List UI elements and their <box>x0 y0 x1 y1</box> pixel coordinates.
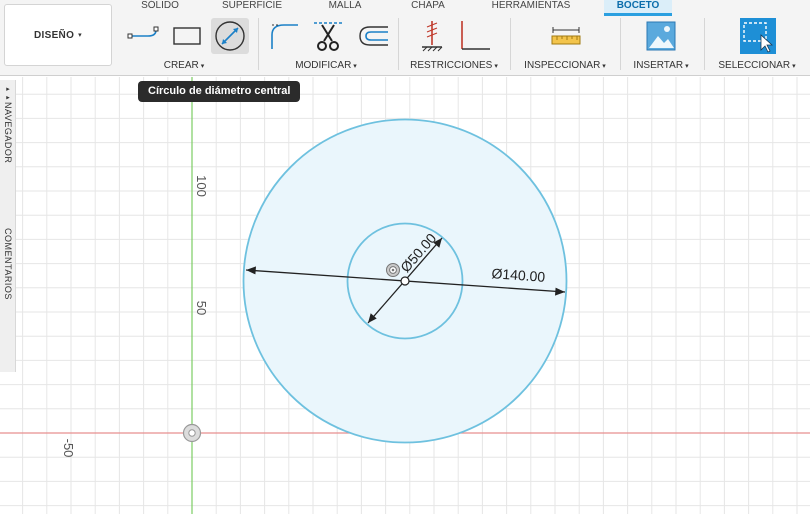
tab-chapa[interactable]: CHAPA <box>398 0 458 16</box>
seleccionar-menu[interactable]: SELECCIONAR ▾ <box>714 60 800 71</box>
offset-tool-button[interactable] <box>352 18 392 54</box>
divider <box>620 18 621 70</box>
workspace-label: DISEÑO <box>34 29 75 41</box>
select-icon <box>740 18 776 54</box>
image-icon <box>646 21 676 51</box>
divider <box>398 18 399 70</box>
fillet-icon <box>271 24 298 49</box>
crear-menu[interactable]: CREAR ▾ <box>154 60 214 71</box>
measure-tool-button[interactable] <box>544 18 588 54</box>
divider <box>258 18 259 70</box>
line-tool-button[interactable] <box>124 18 164 54</box>
divider <box>510 18 511 70</box>
restricciones-label: RESTRICCIONES <box>410 60 493 71</box>
center-point[interactable] <box>400 276 410 286</box>
seleccionar-label: SELECCIONAR <box>718 60 791 71</box>
side-panel: ▸▸ NAVEGADOR COMENTARIOS <box>0 80 16 372</box>
tab-malla[interactable]: MALLA <box>312 0 378 16</box>
expand-panel-icon[interactable]: ▸▸ <box>3 85 11 102</box>
tool-tooltip: Círculo de diámetro central <box>138 81 301 102</box>
inspeccionar-label: INSPECCIONAR <box>524 60 601 71</box>
select-tool-button[interactable] <box>738 18 778 54</box>
chevron-down-icon: ▾ <box>792 63 796 70</box>
perpendicular-icon <box>461 21 490 50</box>
tab-herramientas[interactable]: HERRAMIENTAS <box>480 0 582 16</box>
divider <box>704 18 705 70</box>
fix-constraint-icon <box>422 21 443 52</box>
sketch-canvas[interactable]: 100 50 -50 Ø140.00 Ø50.00 <box>0 77 810 514</box>
modificar-menu[interactable]: MODIFICAR ▾ <box>286 60 366 71</box>
comments-tab[interactable]: COMENTARIOS <box>3 228 13 300</box>
tab-boceto[interactable]: BOCETO <box>604 0 672 16</box>
restricciones-menu[interactable]: RESTRICCIONES ▾ <box>404 60 504 71</box>
rectangle-icon <box>173 27 201 45</box>
inspeccionar-menu[interactable]: INSPECCIONAR ▾ <box>520 60 610 71</box>
circle-tool-button[interactable] <box>211 18 249 54</box>
chevron-down-icon: ▾ <box>494 63 498 70</box>
scissors-icon <box>314 22 342 51</box>
fix-constraint-button[interactable] <box>414 18 450 54</box>
crear-label: CREAR <box>163 60 199 71</box>
perpendicular-constraint-button[interactable] <box>454 18 494 54</box>
workspace-design-button[interactable]: DISEÑO ▾ <box>4 4 112 66</box>
navigator-tab[interactable]: NAVEGADOR <box>3 102 13 163</box>
axis-label-neg50: -50 <box>61 439 76 458</box>
chevron-down-icon: ▾ <box>200 63 205 70</box>
app-window: DISEÑO ▾ SÓLIDO SUPERFICIE MALLA CHAPA H… <box>0 0 810 514</box>
toolbar: DISEÑO ▾ SÓLIDO SUPERFICIE MALLA CHAPA H… <box>0 0 810 76</box>
offset-icon <box>359 26 388 46</box>
measure-icon <box>551 27 581 45</box>
insertar-menu[interactable]: INSERTAR ▾ <box>628 60 694 71</box>
chevron-down-icon: ▾ <box>685 63 689 70</box>
chevron-down-icon: ▾ <box>602 63 606 70</box>
fillet-tool-button[interactable] <box>264 18 304 54</box>
modificar-label: MODIFICAR <box>295 60 352 71</box>
origin-point[interactable] <box>182 423 202 443</box>
tab-solido[interactable]: SÓLIDO <box>126 0 194 16</box>
chevron-down-icon: ▾ <box>353 63 357 70</box>
axis-label-100: 100 <box>194 175 209 197</box>
insertar-label: INSERTAR <box>633 60 684 71</box>
cursor-snap-icon <box>386 263 400 277</box>
center-diameter-circle-icon <box>215 21 245 51</box>
tab-superficie[interactable]: SUPERFICIE <box>212 0 292 16</box>
insert-image-button[interactable] <box>642 18 680 54</box>
rectangle-tool-button[interactable] <box>166 18 206 54</box>
chevron-down-icon: ▾ <box>78 32 82 39</box>
axis-label-50: 50 <box>194 301 209 315</box>
trim-tool-button[interactable] <box>308 18 348 54</box>
line-icon <box>127 26 159 39</box>
